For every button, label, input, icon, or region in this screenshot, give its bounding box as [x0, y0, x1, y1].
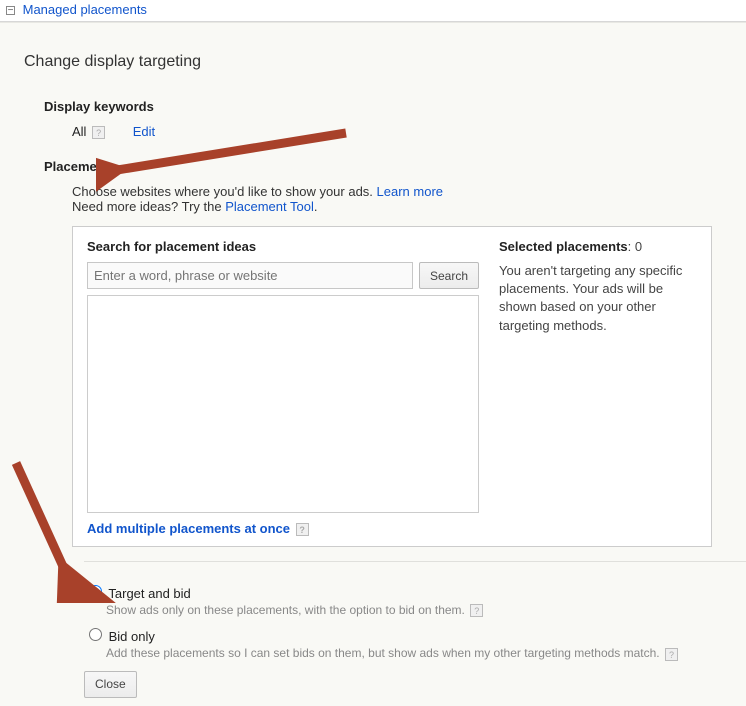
target-and-bid-radio[interactable]	[89, 585, 102, 598]
collapse-icon[interactable]: −	[6, 6, 15, 15]
keywords-all-label: All	[72, 124, 86, 139]
option-target-and-bid[interactable]: Target and bid	[84, 586, 191, 601]
display-keywords-row: All ? Edit	[72, 124, 746, 139]
add-multiple-row: Add multiple placements at once ?	[87, 521, 479, 536]
learn-more-link[interactable]: Learn more	[377, 184, 443, 199]
page-title: Change display targeting	[24, 53, 746, 71]
search-button[interactable]: Search	[419, 262, 479, 289]
placements-period: .	[314, 199, 318, 214]
placement-tool-link[interactable]: Placement Tool	[225, 199, 314, 214]
edit-keywords-link[interactable]: Edit	[133, 124, 155, 139]
add-multiple-link[interactable]: Add multiple placements at once	[87, 521, 290, 536]
close-button[interactable]: Close	[84, 671, 137, 698]
divider	[84, 561, 746, 562]
help-icon[interactable]: ?	[470, 604, 483, 617]
help-icon[interactable]: ?	[296, 523, 309, 536]
search-results-box	[87, 295, 479, 513]
search-input[interactable]	[87, 262, 413, 289]
target-and-bid-label: Target and bid	[108, 586, 190, 601]
target-and-bid-desc: Show ads only on these placements, with …	[106, 603, 465, 617]
panel: Change display targeting Display keyword…	[0, 22, 746, 706]
help-icon[interactable]: ?	[92, 126, 105, 139]
targeting-options: Target and bid Show ads only on these pl…	[84, 582, 746, 661]
selected-heading: Selected placements: 0	[499, 239, 697, 254]
display-keywords-title: Display keywords	[44, 99, 746, 114]
search-heading: Search for placement ideas	[87, 239, 479, 254]
bid-only-radio[interactable]	[89, 628, 102, 641]
bid-only-desc: Add these placements so I can set bids o…	[106, 646, 660, 660]
help-icon[interactable]: ?	[665, 648, 678, 661]
placement-search-card: Search for placement ideas Search Add mu…	[72, 226, 712, 547]
selected-count: : 0	[628, 239, 642, 254]
selected-column: Selected placements: 0 You aren't target…	[499, 239, 697, 536]
managed-placements-link[interactable]: Managed placements	[23, 2, 147, 17]
placements-desc-text-1: Choose websites where you'd like to show…	[72, 184, 377, 199]
breadcrumb-bar: − Managed placements	[0, 0, 746, 22]
placements-desc-text-2: Need more ideas? Try the	[72, 199, 225, 214]
option-bid-only[interactable]: Bid only	[84, 629, 155, 644]
selected-heading-label: Selected placements	[499, 239, 628, 254]
bid-only-label: Bid only	[109, 629, 155, 644]
search-left-column: Search for placement ideas Search Add mu…	[87, 239, 479, 536]
placements-description: Choose websites where you'd like to show…	[72, 184, 746, 214]
placements-title: Placements	[44, 159, 746, 174]
selected-description: You aren't targeting any specific placem…	[499, 262, 697, 335]
